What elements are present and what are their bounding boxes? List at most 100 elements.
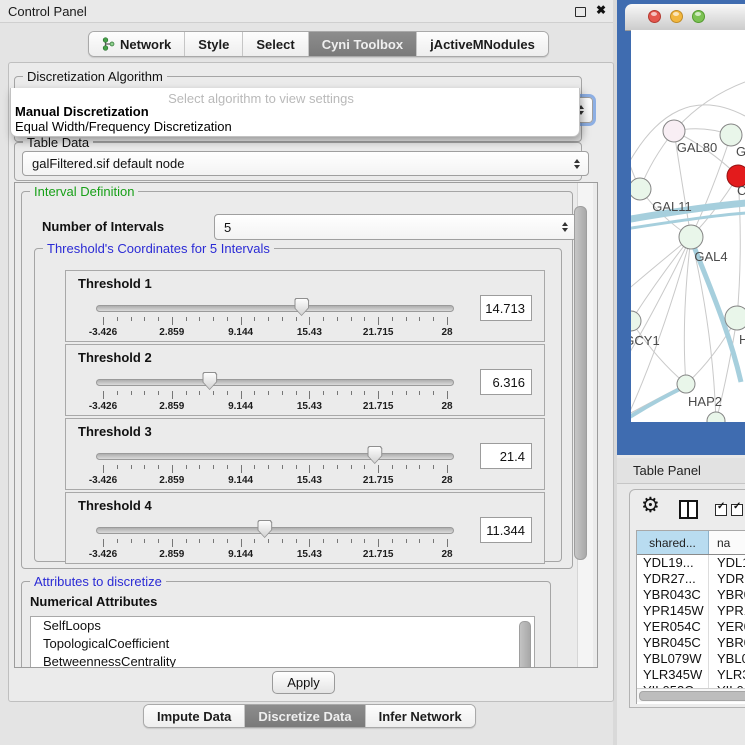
- table-row[interactable]: YBR043CYBR0: [637, 587, 745, 603]
- attributes-group: Attributes to discretize Numerical Attri…: [21, 581, 551, 668]
- slider-tick: [433, 539, 434, 543]
- tab-discretize-data[interactable]: Discretize Data: [245, 705, 365, 727]
- slider-tick: [131, 317, 132, 321]
- number-of-intervals-combobox[interactable]: 5: [214, 214, 577, 240]
- slider-tick: [364, 391, 365, 395]
- table-row[interactable]: YER054CYER0: [637, 619, 745, 635]
- slider-tick-label: -3.426: [89, 549, 117, 560]
- tab-infer-network[interactable]: Infer Network: [366, 705, 475, 727]
- slider-tick: [433, 465, 434, 469]
- slider-tick: [406, 317, 407, 321]
- slider-tick: [351, 317, 352, 321]
- node-bottom[interactable]: [707, 412, 725, 422]
- slider-thumb[interactable]: [202, 372, 217, 390]
- close-icon[interactable]: ✖: [596, 3, 606, 17]
- slider-thumb[interactable]: [257, 520, 272, 538]
- slider-tick-label: 21.715: [363, 475, 394, 486]
- node-right-mid[interactable]: [725, 306, 745, 330]
- table-row[interactable]: YDL19...YDL1: [637, 555, 745, 571]
- threshold-4-slider[interactable]: -3.4262.8599.14415.4321.71528: [96, 519, 454, 561]
- node-right-top[interactable]: [720, 124, 742, 146]
- tab-jactivemnodules[interactable]: jActiveMNodules: [417, 32, 548, 56]
- float-window-icon[interactable]: [575, 7, 586, 17]
- control-panel-window: Control Panel ✖ Network Style Select Cyn…: [0, 0, 613, 745]
- slider-tick: [447, 391, 448, 399]
- node-hap2[interactable]: [677, 375, 695, 393]
- slider-tick-label: 9.144: [228, 475, 253, 486]
- list-item-betweennesscentrality[interactable]: BetweennessCentrality: [31, 653, 534, 668]
- list-item-topologicalcoefficient[interactable]: TopologicalCoefficient: [31, 635, 534, 653]
- tab-select[interactable]: Select: [243, 32, 308, 56]
- list-scrollbar[interactable]: [519, 621, 531, 668]
- network-canvas[interactable]: GAL80 G C GAL11 GAL4 GCY1 H HAP2: [631, 30, 745, 422]
- node-label-fragment-h: H: [739, 332, 745, 347]
- checkbox-icon-2[interactable]: ✓: [731, 504, 743, 516]
- slider-track[interactable]: [96, 379, 454, 386]
- table-row[interactable]: YDR27...YDR2: [637, 571, 745, 587]
- tab-network[interactable]: Network: [89, 32, 185, 56]
- table-row[interactable]: YBL079WYBL0: [637, 651, 745, 667]
- table-data-combobox[interactable]: galFiltered.sif default node: [22, 151, 589, 176]
- slider-tick: [378, 391, 379, 399]
- apply-button[interactable]: Apply: [272, 671, 335, 694]
- zoom-traffic-light[interactable]: [692, 10, 705, 23]
- horizontal-scrollbar-track[interactable]: [637, 688, 745, 702]
- slider-tick: [309, 465, 310, 473]
- node-gcy1[interactable]: [631, 311, 641, 331]
- threshold-3-value-field[interactable]: [480, 443, 532, 469]
- node-gal11[interactable]: [631, 178, 651, 200]
- threshold-1-slider[interactable]: -3.4262.8599.14415.4321.71528: [96, 297, 454, 339]
- column-header-name[interactable]: na: [709, 531, 745, 554]
- tab-cyni-toolbox[interactable]: Cyni Toolbox: [309, 32, 417, 56]
- slider-tick-label: 15.43: [297, 327, 322, 338]
- threshold-2-label: Threshold 2: [78, 350, 152, 365]
- slider-track[interactable]: [96, 305, 454, 312]
- horizontal-scrollbar-thumb[interactable]: [639, 691, 745, 701]
- node-gal4[interactable]: [679, 225, 703, 249]
- node-label-fragment-g: G: [736, 144, 745, 159]
- interval-definition-group: Interval Definition Number of Intervals …: [21, 191, 573, 569]
- threshold-4-value-field[interactable]: [480, 517, 532, 543]
- slider-thumb[interactable]: [294, 298, 309, 316]
- slider-tick: [199, 539, 200, 543]
- table-row[interactable]: YPR145WYPR1: [637, 603, 745, 619]
- column-header-shared-name[interactable]: shared...: [637, 531, 709, 554]
- threshold-4-panel: Threshold 4 -3.4262.8599.14415.4321.7152…: [65, 492, 545, 564]
- checkbox-icon-1[interactable]: ✓: [715, 504, 727, 516]
- slider-tick-label: -3.426: [89, 401, 117, 412]
- dropdown-option-manual[interactable]: Manual Discretization: [15, 104, 149, 119]
- slider-thumb[interactable]: [367, 446, 382, 464]
- threshold-2-value-field[interactable]: [480, 369, 532, 395]
- slider-tick: [186, 317, 187, 321]
- node-gal80[interactable]: [663, 120, 685, 142]
- minimize-traffic-light[interactable]: [670, 10, 683, 23]
- threshold-3-slider[interactable]: -3.4262.8599.14415.4321.71528: [96, 445, 454, 487]
- tab-impute-data[interactable]: Impute Data: [144, 705, 245, 727]
- slider-tick-labels: -3.4262.8599.14415.4321.71528: [103, 475, 447, 486]
- threshold-1-value-field[interactable]: [480, 295, 532, 321]
- slider-tick: [241, 539, 242, 547]
- close-traffic-light[interactable]: [648, 10, 661, 23]
- slider-tick-label: 28: [441, 549, 452, 560]
- slider-tick: [351, 391, 352, 395]
- table-row[interactable]: YBR045CYBR0: [637, 635, 745, 651]
- columns-icon[interactable]: [679, 500, 698, 519]
- tab-style[interactable]: Style: [185, 32, 243, 56]
- slider-tick: [364, 317, 365, 321]
- slider-track[interactable]: [96, 453, 454, 460]
- slider-tick: [117, 465, 118, 469]
- threshold-2-slider[interactable]: -3.4262.8599.14415.4321.71528: [96, 371, 454, 413]
- gear-icon[interactable]: ⚙: [641, 493, 660, 518]
- slider-tick: [254, 465, 255, 469]
- slider-tick: [213, 317, 214, 321]
- settings-scrollbar-track[interactable]: [577, 183, 593, 667]
- slider-tick: [406, 391, 407, 395]
- table-row[interactable]: YLR345WYLR3: [637, 667, 745, 683]
- slider-tick: [378, 539, 379, 547]
- dropdown-option-equal-width[interactable]: Equal Width/Frequency Discretization: [15, 119, 232, 134]
- list-item-selfloops[interactable]: SelfLoops: [31, 617, 534, 635]
- numerical-attributes-label: Numerical Attributes: [30, 594, 157, 609]
- settings-scrollbar-thumb[interactable]: [574, 206, 587, 560]
- slider-track[interactable]: [96, 527, 454, 534]
- slider-tick-label: 28: [441, 475, 452, 486]
